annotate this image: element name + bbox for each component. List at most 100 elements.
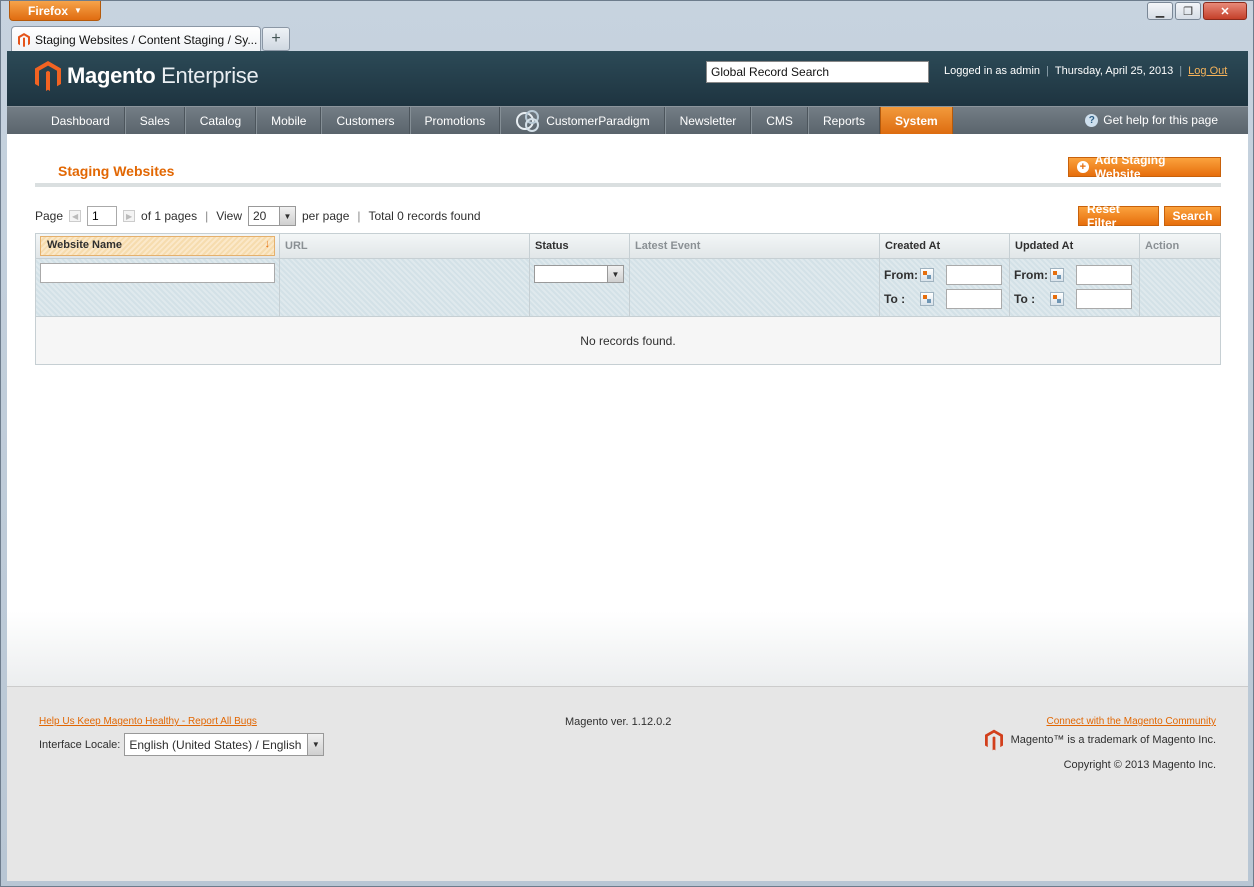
nav-item-customerparadigm[interactable]: CustomerParadigm [500,107,665,134]
browser-tab[interactable]: Staging Websites / Content Staging / Sy.… [11,26,261,52]
filter-cell-website-name [36,259,280,316]
magento-logo-icon [984,729,1003,751]
next-page-icon[interactable]: ▶ [123,210,136,222]
divider: | [1179,65,1183,77]
footer-right: Connect with the Magento Community Magen… [984,715,1216,771]
updated-to-input[interactable] [1076,289,1132,309]
column-header-website-name[interactable]: Website Name ↓ [40,236,275,256]
logo-brand: Magento [67,63,156,88]
divider: | [357,209,361,223]
to-label: To : [1014,292,1036,306]
updated-to-row: To : [1014,287,1135,311]
column-header-created-at[interactable]: Created At [880,234,1010,258]
new-tab-button[interactable]: + [262,27,290,51]
footer-fade [7,611,1248,686]
filter-cell-action [1140,259,1220,316]
per-page-value: 20 [253,209,267,223]
chevron-down-icon: ▼ [307,734,324,755]
calendar-icon[interactable] [1050,268,1064,282]
calendar-icon[interactable] [920,292,934,306]
footer-left: Help Us Keep Magento Healthy - Report Al… [39,715,325,756]
logout-link[interactable]: Log Out [1188,65,1227,77]
grid-header-row: Website Name ↓ URL Status Latest Event C… [36,234,1220,259]
nav-item-newsletter[interactable]: Newsletter [664,107,752,134]
date-text: Thursday, April 25, 2013 [1054,65,1174,77]
column-header-updated-at[interactable]: Updated At [1010,234,1140,258]
empty-grid-message: No records found. [36,317,1220,364]
created-to-row: To : [884,287,1005,311]
admin-header: Magento Enterprise Logged in as admin | … [7,51,1248,106]
search-button[interactable]: Search [1164,206,1221,226]
reset-filter-button[interactable]: Reset Filter [1078,202,1159,230]
divider: | [205,209,209,223]
page-content: Magento Enterprise Logged in as admin | … [7,51,1248,881]
nav-item-mobile[interactable]: Mobile [256,107,322,134]
version-text: Magento ver. 1.12.0.2 [565,716,672,728]
nav-item-sales[interactable]: Sales [124,107,185,134]
nav-item-dashboard[interactable]: Dashboard [37,107,125,134]
locale-row: Interface Locale: English (United States… [39,733,325,756]
magento-favicon-icon [18,32,30,47]
filter-cell-url [280,259,530,316]
status-filter-select[interactable]: ▼ [534,265,624,283]
logo[interactable]: Magento Enterprise [35,61,259,91]
website-name-filter-input[interactable] [40,263,275,283]
maximize-icon[interactable]: ❐ [1175,2,1201,20]
updated-from-row: From: [1014,263,1135,287]
nav-item-promotions[interactable]: Promotions [409,107,501,134]
interface-locale-select[interactable]: English (United States) / English ▼ [124,733,325,756]
nav-item-system[interactable]: System [879,107,953,134]
nav-item-customers[interactable]: Customers [321,107,410,134]
per-page-select[interactable]: 20 ▼ [248,206,296,226]
page-number-input[interactable] [87,206,118,226]
column-header-action: Action [1145,240,1180,252]
global-search-input[interactable] [706,61,929,83]
page-label: Page [35,209,64,223]
calendar-icon[interactable] [920,268,934,282]
from-label: From: [884,268,918,282]
total-records-text: Total 0 records found [368,209,481,223]
view-label: View [216,209,242,223]
header-user-info: Logged in as admin | Thursday, April 25,… [944,65,1227,77]
nav-item-cms[interactable]: CMS [751,107,808,134]
to-label: To : [884,292,906,306]
report-bugs-link[interactable]: Help Us Keep Magento Healthy - Report Al… [39,716,257,727]
add-staging-website-button[interactable]: + Add Staging Website [1068,153,1221,181]
filter-cell-latest-event [630,259,880,316]
column-header-url[interactable]: URL [280,234,530,258]
minimize-icon[interactable]: ▁ [1147,2,1173,20]
column-header-latest-event[interactable]: Latest Event [630,234,880,258]
copyright-text: Copyright © 2013 Magento Inc. [1063,759,1216,771]
filter-cell-updated-at: From: To : [1010,259,1140,316]
filter-cell-status: ▼ [530,259,630,316]
nav-item-catalog[interactable]: Catalog [184,107,257,134]
add-button-label: Add Staging Website [1094,153,1166,181]
firefox-menu-button[interactable]: Firefox ▼ [9,1,101,21]
browser-window: Firefox ▼ ▁ ❐ ✕ Staging Websites / Conte… [0,0,1254,887]
column-label: Website Name [47,239,122,251]
chevron-down-icon: ▼ [607,266,623,282]
calendar-icon[interactable] [1050,292,1064,306]
updated-from-input[interactable] [1076,265,1132,285]
created-from-row: From: [884,263,1005,287]
prev-page-icon[interactable]: ◀ [69,210,82,222]
column-header-status[interactable]: Status [530,234,630,258]
created-to-input[interactable] [946,289,1002,309]
locale-label: Interface Locale: [39,738,121,751]
title-divider [35,183,1221,187]
trademark-text: Magento™ is a trademark of Magento Inc. [1010,734,1216,746]
filter-cell-created-at: From: To : [880,259,1010,316]
chevron-down-icon: ▼ [74,6,82,15]
nav-item-reports[interactable]: Reports [807,107,880,134]
divider: | [1046,65,1049,77]
help-icon: ? [1085,113,1099,127]
close-icon[interactable]: ✕ [1203,2,1247,20]
help-link[interactable]: ? Get help for this page [1085,113,1218,127]
chevron-down-icon: ▼ [279,207,295,225]
created-from-input[interactable] [946,265,1002,285]
community-link[interactable]: Connect with the Magento Community [1046,716,1216,727]
plus-icon: + [271,30,281,47]
tab-title: Staging Websites / Content Staging / Sy.… [35,32,258,47]
trademark-row: Magento™ is a trademark of Magento Inc. [984,729,1216,751]
of-pages-text: of 1 pages [141,209,198,223]
